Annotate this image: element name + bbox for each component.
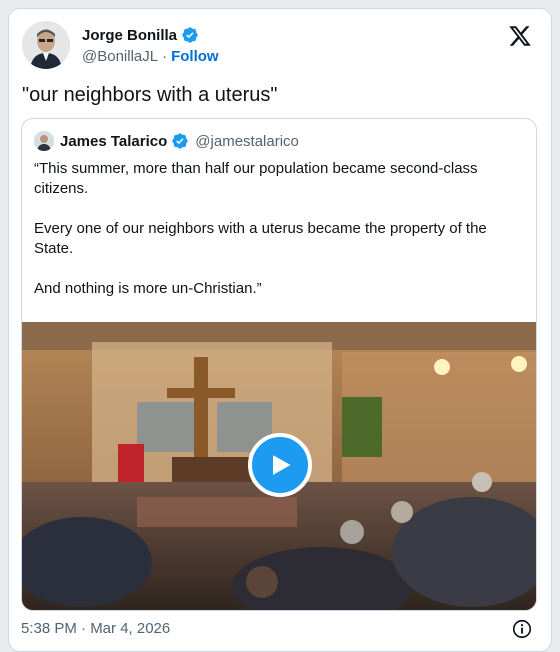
video-player[interactable] [22, 322, 536, 610]
play-button[interactable] [248, 433, 312, 497]
info-icon[interactable] [511, 618, 533, 640]
verified-badge-icon [182, 27, 198, 43]
author-avatar[interactable] [22, 21, 70, 69]
quoted-author-name[interactable]: James Talarico [60, 133, 167, 150]
quoted-paragraph: Every one of our neighbors with a uterus… [34, 220, 487, 257]
verified-badge-icon [172, 133, 188, 149]
quoted-paragraph: And nothing is more un-Christian.” [34, 280, 262, 297]
play-icon [273, 455, 291, 475]
author-name[interactable]: Jorge Bonilla [82, 27, 177, 44]
quoted-tweet[interactable]: James Talarico @jamestalarico “This summ… [21, 118, 537, 611]
tweet-text: "our neighbors with a uterus" [22, 84, 278, 106]
tweet-timestamp[interactable]: 5:38 PM · Mar 4, 2026 [21, 620, 170, 637]
separator-dot: · [162, 48, 168, 65]
author-handle[interactable]: @BonillaJL [82, 48, 158, 65]
x-logo-icon[interactable] [508, 24, 532, 48]
quoted-paragraph: “This summer, more than half our populat… [34, 160, 478, 197]
quoted-text: “This summer, more than half our populat… [34, 159, 520, 319]
author-info: Jorge Bonilla @BonillaJL · Follow [82, 26, 219, 66]
tweet-card: Jorge Bonilla @BonillaJL · Follow "our n… [8, 8, 552, 652]
quoted-author-handle[interactable]: @jamestalarico [195, 133, 299, 150]
quoted-author-avatar[interactable] [34, 131, 54, 151]
follow-button[interactable]: Follow [171, 48, 219, 65]
